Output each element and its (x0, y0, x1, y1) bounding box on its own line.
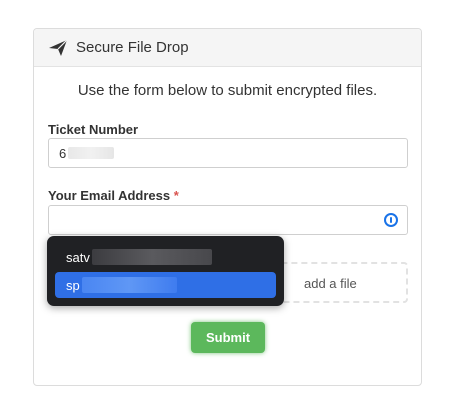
redacted-suggestion (81, 277, 177, 293)
email-label-text: Your Email Address (48, 188, 171, 203)
intro-text: Use the form below to submit encrypted f… (77, 82, 378, 99)
required-marker: * (173, 188, 179, 203)
secure-file-drop-panel: Secure File Drop Use the form below to s… (33, 28, 422, 386)
autofill-suggestion-text: sp (66, 277, 80, 293)
redacted-suggestion (91, 249, 212, 265)
ticket-number-label: Ticket Number (48, 122, 139, 137)
panel-title: Secure File Drop (76, 39, 189, 56)
paper-plane-icon (49, 39, 68, 56)
panel-header: Secure File Drop (34, 29, 421, 67)
email-label: Your Email Address * (48, 188, 179, 203)
dropzone-text: add a file (304, 276, 357, 291)
autofill-suggestion[interactable]: satv (55, 244, 276, 270)
ticket-number-value: 6 (59, 145, 67, 161)
email-field[interactable] (48, 205, 408, 235)
email-autofill-dropdown: satv sp (47, 236, 284, 306)
autofill-suggestion-selected[interactable]: sp (55, 272, 276, 298)
submit-button[interactable]: Submit (191, 322, 265, 353)
password-manager-icon[interactable] (384, 213, 398, 227)
redacted-ticket-digits (68, 147, 115, 159)
ticket-number-field[interactable]: 6 (48, 138, 408, 168)
autofill-suggestion-text: satv (66, 249, 90, 265)
